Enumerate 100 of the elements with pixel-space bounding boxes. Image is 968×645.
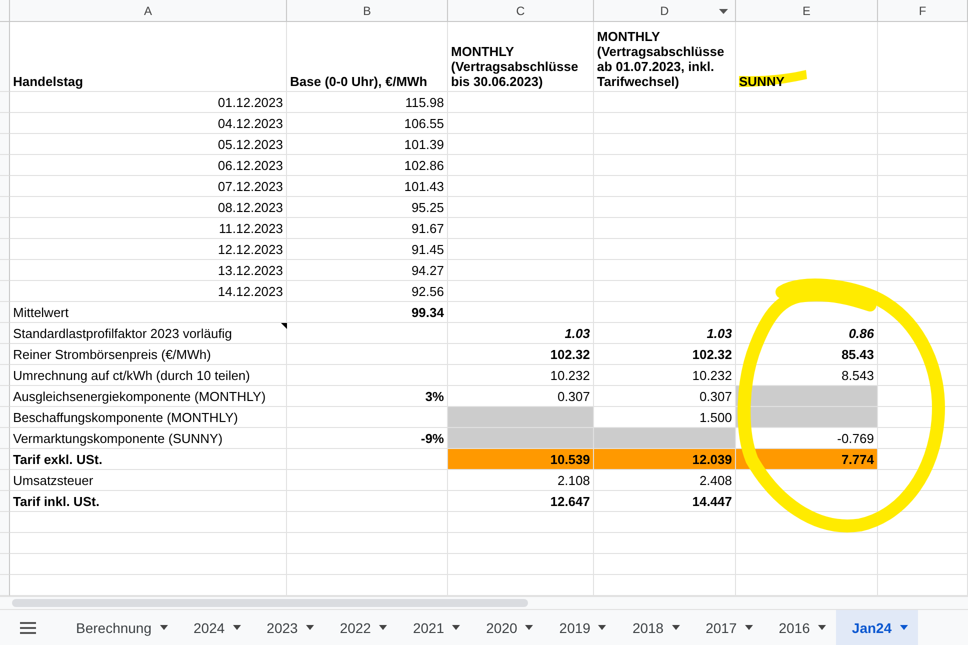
row-header[interactable] (0, 533, 10, 554)
header-cell: Base (0-0 Uhr), €/MWh (287, 22, 448, 92)
sheet-tab[interactable]: Jan24 (836, 610, 918, 645)
sheet-tab[interactable]: 2019 (543, 610, 616, 645)
table-cell: 13.12.2023 (10, 260, 287, 281)
row-header[interactable] (0, 197, 10, 218)
table-cell: 85.43 (736, 344, 878, 365)
table-cell: Ausgleichsenergiekomponente (MONTHLY) (10, 386, 287, 407)
caret-icon (818, 625, 826, 630)
table-cell: 101.39 (287, 134, 448, 155)
table-cell: 91.45 (287, 239, 448, 260)
table-cell: 102.32 (594, 344, 736, 365)
row-header[interactable] (0, 491, 10, 512)
row-header[interactable] (0, 22, 10, 92)
table-cell: 12.039 (594, 449, 736, 470)
table-cell: 11.12.2023 (10, 218, 287, 239)
row-header[interactable] (0, 323, 10, 344)
table-cell: 91.67 (287, 218, 448, 239)
table-cell: 06.12.2023 (10, 155, 287, 176)
column-header[interactable]: F (878, 0, 968, 22)
table-cell: 08.12.2023 (10, 197, 287, 218)
caret-icon (160, 625, 168, 630)
column-header[interactable]: C (448, 0, 594, 22)
row-header[interactable] (0, 134, 10, 155)
row-header[interactable] (0, 260, 10, 281)
row-header[interactable] (0, 113, 10, 134)
table-cell: 1.03 (448, 323, 594, 344)
table-cell: Tarif inkl. USt. (10, 491, 287, 512)
row-header[interactable] (0, 218, 10, 239)
highlighter-stroke (739, 70, 807, 87)
caret-icon (672, 625, 680, 630)
row-header[interactable] (0, 302, 10, 323)
sheet-tab[interactable]: 2020 (470, 610, 544, 645)
caret-icon (306, 625, 314, 630)
row-header[interactable] (0, 155, 10, 176)
table-cell: 101.43 (287, 176, 448, 197)
scrollbar-thumb[interactable] (12, 599, 528, 607)
caret-icon (744, 625, 753, 630)
caret-icon (525, 625, 534, 630)
table-cell: 1.03 (594, 323, 736, 344)
row-header[interactable] (0, 344, 10, 365)
table-cell: 115.98 (287, 92, 448, 113)
row-header[interactable] (0, 176, 10, 197)
sheet-tab[interactable]: 2018 (616, 610, 690, 645)
row-header[interactable] (0, 575, 10, 596)
table-cell: 3% (287, 386, 448, 407)
table-cell: 2.108 (448, 470, 594, 491)
column-header[interactable]: A (10, 0, 287, 22)
table-cell: 05.12.2023 (10, 134, 287, 155)
table-cell: 04.12.2023 (10, 113, 287, 134)
table-cell: 92.56 (287, 281, 448, 302)
table-cell: 12.647 (448, 491, 594, 512)
sheet-tab[interactable]: 2016 (762, 610, 836, 645)
table-cell: 10.232 (448, 365, 594, 386)
sheet-tab[interactable]: 2021 (396, 610, 470, 645)
row-header[interactable] (0, 428, 10, 449)
table-cell: 7.774 (736, 449, 878, 470)
row-header[interactable] (0, 407, 10, 428)
row-header[interactable] (0, 92, 10, 113)
table-cell: Tarif exkl. USt. (10, 449, 287, 470)
sheet-tab[interactable]: 2017 (690, 610, 763, 645)
table-cell: 14.447 (594, 491, 736, 512)
column-header[interactable]: B (287, 0, 448, 22)
table-cell: 01.12.2023 (10, 92, 287, 113)
caret-icon (378, 625, 387, 630)
table-cell: Vermarktungskomponente (SUNNY) (10, 428, 287, 449)
row-header[interactable] (0, 281, 10, 302)
column-header[interactable]: E (736, 0, 878, 22)
row-header[interactable] (0, 239, 10, 260)
table-cell: 99.34 (287, 302, 448, 323)
table-cell: 106.55 (287, 113, 448, 134)
corner-cell[interactable] (0, 0, 10, 22)
table-cell: Umrechnung auf ct/kWh (durch 10 teilen) (10, 365, 287, 386)
table-cell: Standardlastprofilfaktor 2023 vorläufig (10, 323, 287, 344)
sheet-tab[interactable]: 2022 (324, 610, 397, 645)
row-header[interactable] (0, 512, 10, 533)
table-cell: 102.32 (448, 344, 594, 365)
sheet-tab[interactable]: 2024 (178, 610, 251, 645)
menu-icon (20, 622, 36, 634)
table-cell: 10.232 (594, 365, 736, 386)
table-cell: 102.86 (287, 155, 448, 176)
table-cell: 95.25 (287, 197, 448, 218)
table-cell: Mittelwert (10, 302, 287, 323)
table-cell: Umsatzsteuer (10, 470, 287, 491)
row-header[interactable] (0, 449, 10, 470)
table-cell: 12.12.2023 (10, 239, 287, 260)
row-header[interactable] (0, 365, 10, 386)
table-cell: 2.408 (594, 470, 736, 491)
column-header[interactable]: D (594, 0, 736, 22)
header-cell: MONTHLY (Vertragsabschlüsse ab 01.07.2023, inkl. Tarifwechsel) (594, 22, 736, 92)
sheet-tab[interactable]: 2023 (250, 610, 324, 645)
dropdown-icon[interactable] (719, 9, 728, 14)
caret-icon (598, 625, 606, 630)
row-header[interactable] (0, 386, 10, 407)
row-header[interactable] (0, 554, 10, 575)
table-cell: 10.539 (448, 449, 594, 470)
row-header[interactable] (0, 470, 10, 491)
table-cell: 07.12.2023 (10, 176, 287, 197)
header-cell: Handelstag (10, 22, 287, 92)
sheet-tab[interactable]: Berechnung (60, 610, 178, 645)
